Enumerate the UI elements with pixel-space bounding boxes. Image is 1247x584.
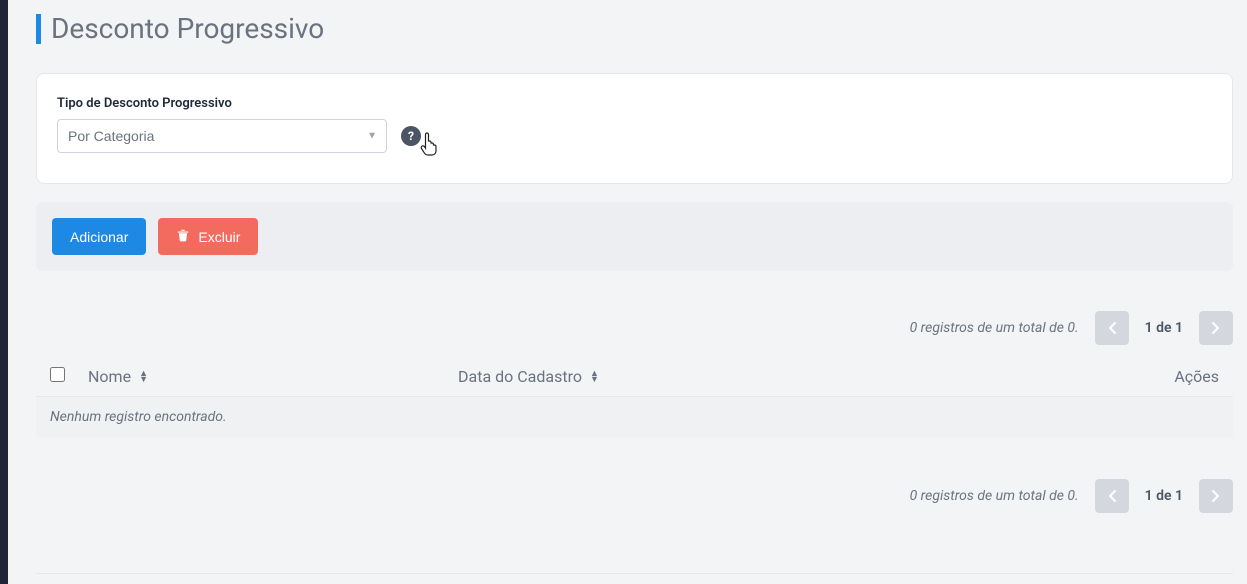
- add-button[interactable]: Adicionar: [52, 218, 146, 255]
- column-date-label: Data do Cadastro: [458, 367, 582, 386]
- sort-icon: ▲▼: [139, 371, 148, 383]
- next-page-button[interactable]: [1199, 311, 1233, 345]
- column-name[interactable]: Nome ▲▼: [88, 367, 458, 386]
- prev-page-button[interactable]: [1095, 311, 1129, 345]
- sort-icon: ▲▼: [590, 371, 599, 383]
- page-title-accent: [36, 14, 41, 44]
- prev-page-button[interactable]: [1095, 479, 1129, 513]
- column-date[interactable]: Data do Cadastro ▲▼: [458, 367, 1129, 386]
- main-content: Desconto Progressivo Tipo de Desconto Pr…: [8, 0, 1247, 584]
- column-actions-label: Ações: [1174, 367, 1219, 386]
- add-button-label: Adicionar: [70, 229, 128, 245]
- page-indicator: 1 de 1: [1145, 320, 1183, 336]
- pointer-cursor-icon: [419, 131, 441, 161]
- type-label: Tipo de Desconto Progressivo: [57, 96, 1212, 111]
- pagination-summary: 0 registros de um total de 0.: [910, 320, 1079, 336]
- delete-button-label: Excluir: [198, 229, 240, 245]
- pagination-top: 0 registros de um total de 0. 1 de 1: [36, 311, 1233, 345]
- table-header: Nome ▲▼ Data do Cadastro ▲▼ Ações: [36, 357, 1233, 397]
- type-select[interactable]: Por Categoria: [57, 119, 387, 153]
- select-all-cell: [50, 367, 88, 386]
- column-name-label: Nome: [88, 367, 131, 386]
- chevron-right-icon: [1212, 322, 1220, 334]
- action-bar: Adicionar Excluir: [36, 202, 1233, 271]
- next-page-button[interactable]: [1199, 479, 1233, 513]
- chevron-left-icon: [1108, 490, 1116, 502]
- select-all-checkbox[interactable]: [50, 367, 65, 382]
- sidebar: [0, 0, 8, 584]
- help-icon[interactable]: ?: [401, 126, 421, 146]
- type-select-row: Por Categoria ▼ ?: [57, 119, 1212, 153]
- pagination-summary: 0 registros de um total de 0.: [910, 488, 1079, 504]
- footer-divider: [36, 573, 1233, 574]
- page-title: Desconto Progressivo: [51, 12, 324, 45]
- chevron-left-icon: [1108, 322, 1116, 334]
- column-actions: Ações: [1129, 367, 1219, 386]
- trash-icon: [176, 228, 190, 245]
- pagination-bottom: 0 registros de um total de 0. 1 de 1: [36, 479, 1233, 513]
- page-indicator: 1 de 1: [1145, 488, 1183, 504]
- chevron-right-icon: [1212, 490, 1220, 502]
- filter-card: Tipo de Desconto Progressivo Por Categor…: [36, 73, 1233, 184]
- page-title-wrap: Desconto Progressivo: [36, 12, 1233, 45]
- empty-state: Nenhum registro encontrado.: [36, 397, 1233, 437]
- delete-button[interactable]: Excluir: [158, 218, 258, 255]
